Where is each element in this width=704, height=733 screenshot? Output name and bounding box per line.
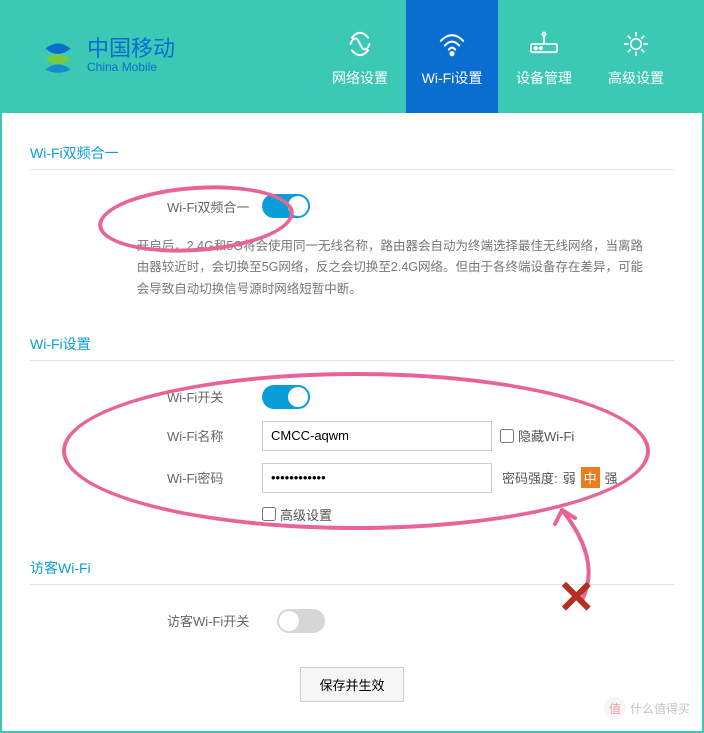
nav-advanced[interactable]: 高级设置 bbox=[590, 0, 682, 113]
wifi-name-label: Wi-Fi名称 bbox=[167, 426, 262, 445]
guest-switch-label: 访客Wi-Fi开关 bbox=[167, 611, 277, 630]
nav-label: 设备管理 bbox=[516, 68, 572, 88]
brand-name-en: China Mobile bbox=[87, 60, 175, 74]
advanced-label: 高级设置 bbox=[280, 505, 332, 524]
nav-label: Wi-Fi设置 bbox=[422, 68, 483, 88]
section-title: Wi-Fi双频合一 bbox=[30, 143, 674, 170]
wifi-switch-label: Wi-Fi开关 bbox=[167, 387, 262, 406]
header: 中国移动 China Mobile 网络设置 Wi-Fi设置 bbox=[2, 0, 702, 113]
watermark: 值 什么值得买 bbox=[604, 697, 690, 719]
pw-level-medium: 中 bbox=[581, 467, 600, 488]
wifi-pw-label: Wi-Fi密码 bbox=[167, 468, 262, 487]
hide-wifi-checkbox[interactable]: 隐藏Wi-Fi bbox=[500, 426, 574, 445]
wifi-name-input[interactable] bbox=[262, 421, 492, 451]
pw-strength-indicator: 密码强度: 弱 中 强 bbox=[502, 467, 621, 488]
wifi-switch-toggle[interactable] bbox=[262, 385, 310, 409]
section-guest: 访客Wi-Fi 访客Wi-Fi开关 bbox=[30, 558, 674, 639]
save-button[interactable]: 保存并生效 bbox=[300, 667, 403, 702]
nav-label: 高级设置 bbox=[608, 68, 664, 88]
nav-devices[interactable]: 设备管理 bbox=[498, 0, 590, 113]
dualband-toggle[interactable] bbox=[262, 194, 310, 218]
top-nav: 网络设置 Wi-Fi设置 设备管理 高级设置 bbox=[314, 0, 682, 113]
dualband-toggle-label: Wi-Fi双频合一 bbox=[167, 197, 262, 216]
nav-wifi[interactable]: Wi-Fi设置 bbox=[406, 0, 498, 113]
watermark-icon: 值 bbox=[604, 697, 626, 719]
watermark-text: 什么值得买 bbox=[630, 700, 690, 717]
hide-wifi-label: 隐藏Wi-Fi bbox=[518, 426, 574, 445]
nav-network[interactable]: 网络设置 bbox=[314, 0, 406, 113]
advanced-checkbox[interactable]: 高级设置 bbox=[262, 505, 332, 524]
main-content: Wi-Fi双频合一 Wi-Fi双频合一 开启后，2.4G和5G将会使用同一无线名… bbox=[2, 113, 702, 722]
nav-label: 网络设置 bbox=[332, 68, 388, 88]
cmcc-logo-icon bbox=[37, 36, 79, 78]
brand-name-cn: 中国移动 bbox=[87, 38, 175, 60]
wifi-icon bbox=[436, 26, 468, 62]
advanced-icon bbox=[621, 26, 651, 62]
hide-wifi-input[interactable] bbox=[500, 429, 514, 443]
network-icon bbox=[344, 26, 376, 62]
pw-level-weak: 弱 bbox=[560, 467, 579, 488]
brand-logo: 中国移动 China Mobile bbox=[37, 36, 175, 78]
section-title: Wi-Fi设置 bbox=[30, 334, 674, 361]
section-dualband: Wi-Fi双频合一 Wi-Fi双频合一 开启后，2.4G和5G将会使用同一无线名… bbox=[30, 143, 674, 306]
pw-level-strong: 强 bbox=[602, 467, 621, 488]
guest-switch-toggle[interactable] bbox=[277, 609, 325, 633]
dualband-description: 开启后，2.4G和5G将会使用同一无线名称，路由器会自动为终端选择最佳无线网络，… bbox=[137, 236, 674, 300]
device-icon bbox=[526, 26, 562, 62]
wifi-pw-input[interactable] bbox=[262, 463, 492, 493]
section-title: 访客Wi-Fi bbox=[30, 558, 674, 585]
section-wifi: Wi-Fi设置 Wi-Fi开关 Wi-Fi名称 隐藏Wi-Fi Wi-Fi密码 bbox=[30, 334, 674, 530]
advanced-input[interactable] bbox=[262, 507, 276, 521]
pw-strength-label: 密码强度: bbox=[502, 468, 558, 487]
